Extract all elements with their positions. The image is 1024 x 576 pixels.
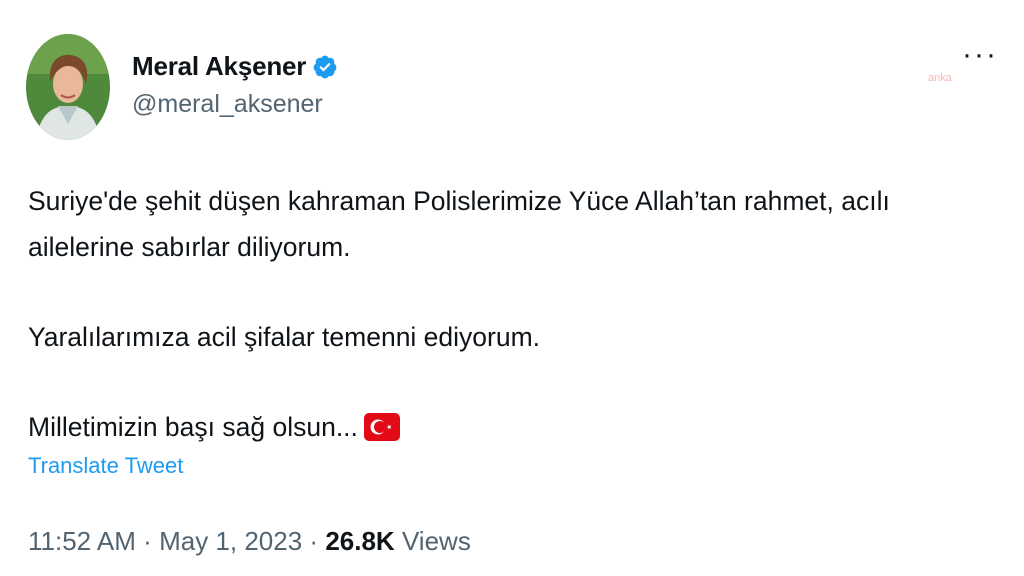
tweet-card: Meral Akşener @meral_aksener anka ··· Su… xyxy=(0,0,1024,576)
tweet-paragraph: Yaralılarımıza acil şifalar temenni ediy… xyxy=(28,322,541,352)
watermark-logo: anka xyxy=(928,72,952,84)
verified-badge-icon xyxy=(313,55,337,78)
author-names: Meral Akşener @meral_aksener xyxy=(132,51,338,119)
display-name-row: Meral Akşener xyxy=(132,51,338,82)
turkey-flag-icon xyxy=(363,409,400,455)
tweet-text: Suriye'de şehit düşen kahraman Polisleri… xyxy=(28,178,988,455)
avatar[interactable] xyxy=(26,34,110,140)
views-count: 26.8K xyxy=(325,526,395,556)
meta-separator: · xyxy=(143,526,152,556)
tweet-time[interactable]: 11:52 AM xyxy=(28,526,136,556)
tweet-header: Meral Akşener @meral_aksener xyxy=(26,34,338,140)
translate-tweet-link[interactable]: Translate Tweet xyxy=(28,453,183,479)
display-name[interactable]: Meral Akşener xyxy=(132,51,306,82)
tweet-paragraph: Suriye'de şehit düşen kahraman Polisleri… xyxy=(28,186,890,262)
tweet-paragraph-text: Milletimizin başı sağ olsun... xyxy=(28,412,358,442)
meta-separator: · xyxy=(309,526,319,556)
views-label: Views xyxy=(401,526,471,556)
handle[interactable]: @meral_aksener xyxy=(132,90,338,119)
tweet-meta: 11:52 AM · May 1, 2023 · 26.8K Views xyxy=(28,526,471,557)
tweet-paragraph-last: Milletimizin başı sağ olsun... xyxy=(28,404,988,455)
more-options-icon[interactable]: ··· xyxy=(962,40,998,70)
tweet-date[interactable]: May 1, 2023 xyxy=(159,526,302,556)
